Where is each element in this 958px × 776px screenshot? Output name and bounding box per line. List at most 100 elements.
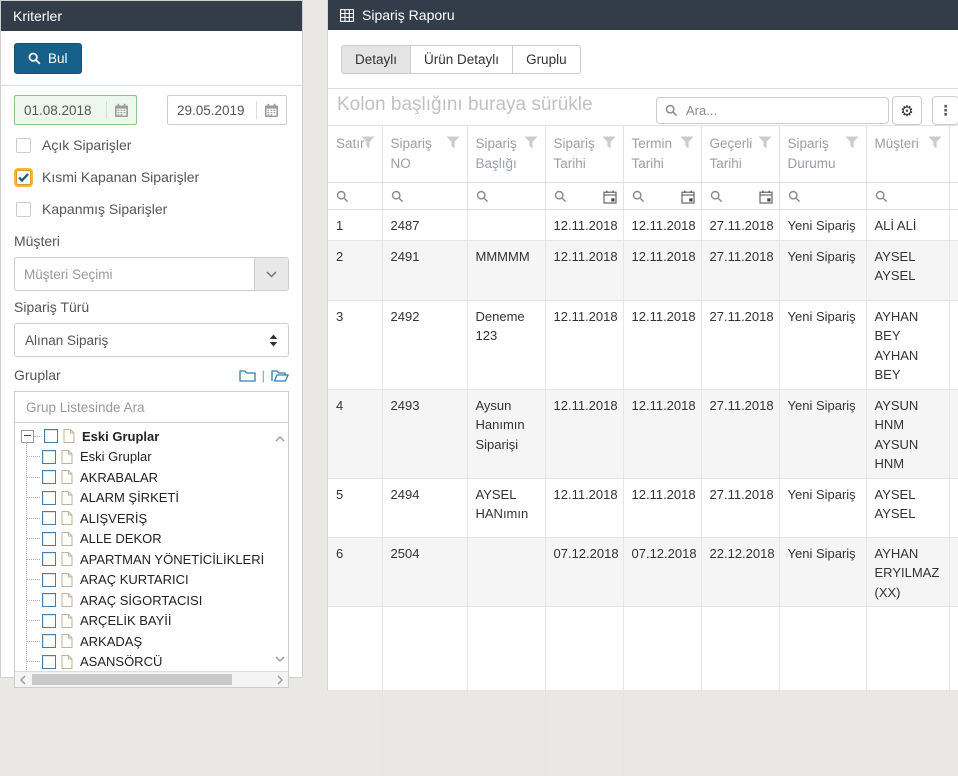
table-cell[interactable]: 27.11.2018 bbox=[701, 210, 779, 241]
calendar-icon[interactable] bbox=[107, 103, 136, 118]
table-cell[interactable]: 12.11.2018 bbox=[545, 240, 623, 300]
table-cell[interactable]: Yeni Sipariş bbox=[779, 478, 866, 537]
column-header[interactable]: Sipariş NO bbox=[382, 126, 467, 183]
tree-item-row[interactable]: ARÇELİK BAYİİ bbox=[27, 611, 288, 632]
table-cell[interactable]: Yeni Sipariş bbox=[779, 537, 866, 607]
table-cell[interactable]: MMMMM bbox=[467, 240, 545, 300]
table-cell[interactable]: 2491 bbox=[382, 240, 467, 300]
scroll-up-icon[interactable] bbox=[275, 429, 285, 447]
column-filter-cell[interactable] bbox=[866, 183, 949, 210]
calendar-icon[interactable] bbox=[603, 190, 617, 204]
table-cell[interactable]: 2504 bbox=[382, 537, 467, 607]
customer-select[interactable]: Müşteri Seçimi bbox=[14, 257, 289, 291]
search-icon[interactable] bbox=[336, 190, 349, 203]
search-icon[interactable] bbox=[788, 190, 801, 203]
search-icon[interactable] bbox=[710, 190, 723, 203]
tree-checkbox[interactable] bbox=[42, 655, 56, 669]
table-cell[interactable]: Yeni Sipariş bbox=[779, 240, 866, 300]
group-search[interactable] bbox=[15, 392, 288, 423]
calendar-icon[interactable] bbox=[257, 103, 286, 118]
horizontal-scrollbar[interactable] bbox=[15, 671, 288, 687]
tree-checkbox[interactable] bbox=[42, 511, 56, 525]
tree-item-row[interactable]: ALARM ŞİRKETİ bbox=[27, 488, 288, 509]
scroll-down-icon[interactable] bbox=[275, 649, 285, 667]
tree-root-row[interactable]: Eski Gruplar bbox=[15, 426, 288, 447]
tree-node-label[interactable]: ALARM ŞİRKETİ bbox=[80, 490, 179, 505]
collapse-node-icon[interactable] bbox=[21, 430, 34, 443]
scroll-right-icon[interactable] bbox=[277, 675, 283, 685]
tree-checkbox[interactable] bbox=[42, 450, 56, 464]
table-cell[interactable]: 12.11.2018 bbox=[623, 389, 701, 478]
table-cell[interactable]: 27.11.2018 bbox=[701, 300, 779, 389]
table-cell[interactable]: Yeni Sipariş bbox=[779, 210, 866, 241]
tree-checkbox[interactable] bbox=[42, 470, 56, 484]
table-row[interactable]: 6250407.12.201807.12.201822.12.2018Yeni … bbox=[328, 537, 958, 607]
table-cell[interactable]: AYSEL HANımın bbox=[467, 478, 545, 537]
table-cell[interactable]: 12.11.2018 bbox=[623, 210, 701, 241]
tab--r-n-detayl-[interactable]: Ürün Detaylı bbox=[410, 45, 513, 74]
filter-icon[interactable] bbox=[361, 136, 375, 149]
tree-item-row[interactable]: ARAÇ KURTARICI bbox=[27, 570, 288, 591]
order-filter-checkbox-row[interactable]: Kısmi Kapanan Siparişler bbox=[16, 169, 289, 185]
scrollbar-thumb[interactable] bbox=[32, 674, 232, 685]
search-icon[interactable] bbox=[632, 190, 645, 203]
tree-item-row[interactable]: Eski Gruplar bbox=[27, 447, 288, 468]
tree-node-label[interactable]: ALLE DEKOR bbox=[80, 531, 162, 546]
tree-item-row[interactable]: AKRABALAR bbox=[27, 467, 288, 488]
column-filter-cell[interactable] bbox=[328, 183, 382, 210]
checkbox-checked[interactable] bbox=[16, 170, 31, 185]
tree-node-label[interactable]: ARAÇ SİGORTACISI bbox=[80, 593, 202, 608]
tab-detayl-[interactable]: Detaylı bbox=[341, 45, 411, 74]
filter-icon[interactable] bbox=[758, 136, 772, 149]
column-filter-cell[interactable] bbox=[623, 183, 701, 210]
column-header[interactable]: Sipariş Durumu bbox=[779, 126, 866, 183]
column-filter-cell[interactable] bbox=[701, 183, 779, 210]
table-cell[interactable]: 27.11.2018 bbox=[701, 478, 779, 537]
table-row[interactable]: 42493Aysun Hanımın Siparişi12.11.201812.… bbox=[328, 389, 958, 478]
more-options-button[interactable]: ⋮ bbox=[932, 96, 958, 125]
table-cell[interactable]: 12.11.2018 bbox=[545, 478, 623, 537]
tree-node-label[interactable]: APARTMAN YÖNETİCİLİKLERİ bbox=[80, 552, 264, 567]
table-cell[interactable]: 27.11.2018 bbox=[701, 240, 779, 300]
tree-checkbox[interactable] bbox=[42, 552, 56, 566]
table-cell[interactable]: 5 bbox=[328, 478, 382, 537]
tree-checkbox[interactable] bbox=[42, 634, 56, 648]
table-cell[interactable]: 12.11.2018 bbox=[623, 478, 701, 537]
tree-item-row[interactable]: ALLE DEKOR bbox=[27, 529, 288, 550]
tree-item-row[interactable]: ALIŞVERİŞ bbox=[27, 508, 288, 529]
column-filter-cell[interactable] bbox=[382, 183, 467, 210]
grid-search-box[interactable] bbox=[656, 97, 889, 124]
order-filter-checkbox-row[interactable]: Açık Siparişler bbox=[16, 137, 289, 153]
grid-search-input[interactable] bbox=[684, 102, 880, 119]
filter-icon[interactable] bbox=[524, 136, 538, 149]
filter-icon[interactable] bbox=[845, 136, 859, 149]
table-cell[interactable]: Aysun Hanımın Siparişi bbox=[467, 389, 545, 478]
tree-node-label[interactable]: ARKADAŞ bbox=[80, 634, 142, 649]
table-cell[interactable]: 4 bbox=[328, 389, 382, 478]
table-cell[interactable]: 2487 bbox=[382, 210, 467, 241]
table-cell[interactable]: 07.12.2018 bbox=[545, 537, 623, 607]
calendar-icon[interactable] bbox=[681, 190, 695, 204]
tree-node-label[interactable]: AKRABALAR bbox=[80, 470, 158, 485]
tree-checkbox[interactable] bbox=[42, 593, 56, 607]
table-cell[interactable]: 22.12.2018 bbox=[701, 537, 779, 607]
search-icon[interactable] bbox=[875, 190, 888, 203]
column-filter-cell[interactable] bbox=[467, 183, 545, 210]
table-cell[interactable]: AYSEL AYSEL bbox=[866, 478, 949, 537]
tree-node-label[interactable]: Eski Gruplar bbox=[80, 449, 152, 464]
table-row[interactable]: 32492Deneme 12312.11.201812.11.201827.11… bbox=[328, 300, 958, 389]
table-cell[interactable] bbox=[467, 537, 545, 607]
tree-node-label[interactable]: ALIŞVERİŞ bbox=[80, 511, 147, 526]
table-cell[interactable]: 3 bbox=[328, 300, 382, 389]
table-cell[interactable]: AYSUN HNM AYSUN HNM bbox=[866, 389, 949, 478]
tree-checkbox[interactable] bbox=[42, 614, 56, 628]
tree-checkbox[interactable] bbox=[42, 573, 56, 587]
table-cell[interactable]: ALİ ALİ bbox=[866, 210, 949, 241]
table-cell[interactable] bbox=[467, 210, 545, 241]
scroll-left-icon[interactable] bbox=[20, 675, 26, 685]
column-filter-cell[interactable] bbox=[545, 183, 623, 210]
table-cell[interactable]: Yeni Sipariş bbox=[779, 300, 866, 389]
tree-checkbox[interactable] bbox=[42, 491, 56, 505]
table-cell[interactable]: 12.11.2018 bbox=[545, 210, 623, 241]
filter-icon[interactable] bbox=[602, 136, 616, 149]
